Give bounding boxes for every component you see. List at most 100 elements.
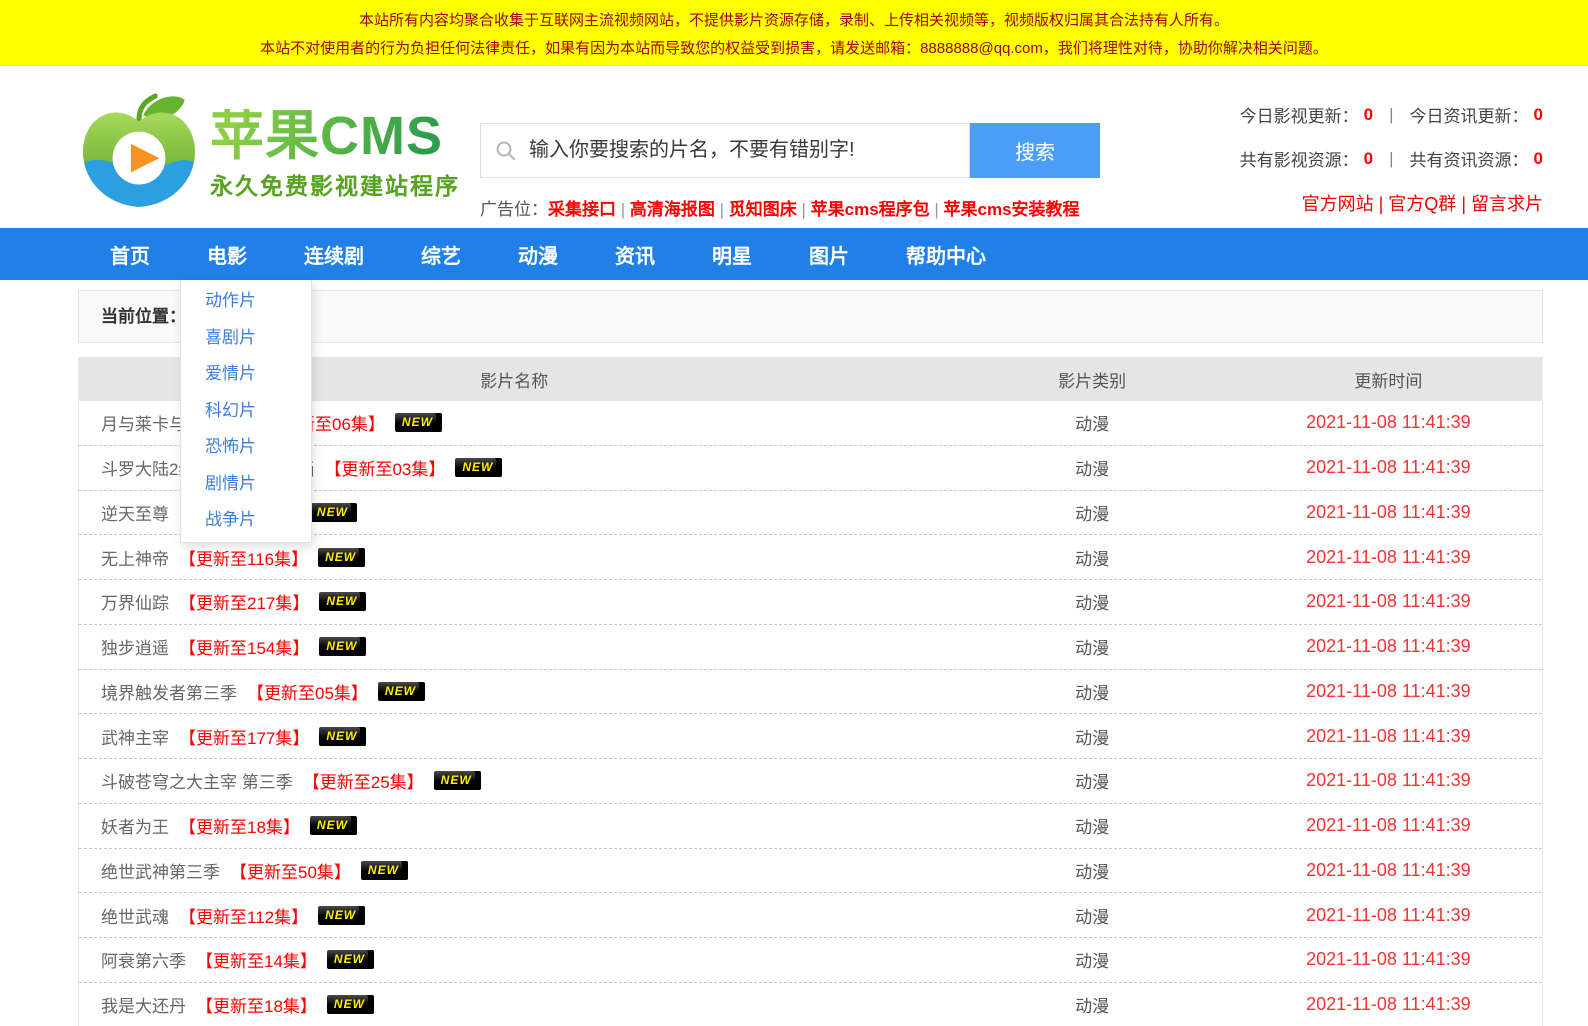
stat-value: 0 [1534,149,1543,169]
new-badge: NEW [310,503,357,522]
nav-item[interactable]: 资讯 [615,240,655,269]
video-update-time: 2021-11-08 11:41:39 [1235,726,1542,747]
stat-label: 今日影视更新： [1240,102,1359,127]
video-update-time: 2021-11-08 11:41:39 [1235,636,1542,657]
nav-item[interactable]: 图片 [809,240,849,269]
video-title-link[interactable]: 绝世武神第三季 [101,858,220,883]
video-title-link[interactable]: 我是大还丹 [101,992,186,1017]
ad-link[interactable]: 高清海报图 [630,200,729,219]
header-video-category: 影片类别 [949,367,1234,392]
table-row[interactable]: 绝世武神第三季 【更新至50集】 NEW 动漫 2021-11-08 11:41… [79,849,1542,894]
stats-separator: | [1389,149,1393,169]
search-button[interactable]: 搜索 [970,123,1100,178]
video-update-time: 2021-11-08 11:41:39 [1235,591,1542,612]
new-badge: NEW [318,548,365,567]
nav-item[interactable]: 动漫 [518,240,558,269]
ad-links-row: 广告位：采集接口高清海报图觅知图床苹果cms程序包苹果cms安装教程 [480,195,1100,220]
ad-link[interactable]: 苹果cms程序包 [811,200,944,219]
new-badge: NEW [434,771,481,790]
video-update-time: 2021-11-08 11:41:39 [1235,770,1542,791]
video-category: 动漫 [949,589,1234,614]
table-row[interactable]: 我是大还丹 【更新至18集】 NEW 动漫 2021-11-08 11:41:3… [79,983,1542,1026]
new-badge: NEW [319,637,366,656]
dropdown-menu-item[interactable]: 剧情片 [181,466,311,503]
table-row[interactable]: 境界触发者第三季 【更新至05集】 NEW 动漫 2021-11-08 11:4… [79,670,1542,715]
logo-subtitle: 永久免费影视建站程序 [210,167,460,201]
video-category: 动漫 [949,768,1234,793]
video-category: 动漫 [949,858,1234,883]
movies-dropdown-menu: 动作片喜剧片爱情片科幻片恐怖片剧情片战争片 [180,280,312,543]
search-input[interactable] [517,139,969,162]
main-nav: 首页 电影 连续剧 综艺 动漫 资讯 明星 图片 帮助中心 [0,228,1588,280]
dropdown-menu-item[interactable]: 爱情片 [181,356,311,393]
video-title-link[interactable]: 万界仙踪 [101,589,169,614]
video-title-link[interactable]: 独步逍遥 [101,634,169,659]
video-title-link[interactable]: 无上神帝 [101,545,169,570]
video-title-link[interactable]: 境界触发者第三季 [101,679,237,704]
table-row[interactable]: 万界仙踪 【更新至217集】 NEW 动漫 2021-11-08 11:41:3… [79,580,1542,625]
ad-link[interactable]: 觅知图床 [729,200,811,219]
official-link[interactable]: 官方网站 [1302,194,1389,214]
video-title-link[interactable]: 绝世武魂 [101,903,169,928]
video-category: 动漫 [949,634,1234,659]
nav-item[interactable]: 首页 [110,240,150,269]
stat-value: 0 [1364,105,1373,125]
stats-separator: | [1389,105,1393,125]
video-update-time: 2021-11-08 11:41:39 [1235,949,1542,970]
new-badge: NEW [455,458,502,477]
official-link[interactable]: 留言求片 [1471,194,1543,214]
table-row[interactable]: 阿衰第六季 【更新至14集】 NEW 动漫 2021-11-08 11:41:3… [79,938,1542,983]
dropdown-menu-item[interactable]: 喜剧片 [181,320,311,357]
new-badge: NEW [310,816,357,835]
new-badge: NEW [378,682,425,701]
nav-item[interactable]: 明星 [712,240,752,269]
video-update-time: 2021-11-08 11:41:39 [1235,681,1542,702]
nav-item[interactable]: 电影 [207,240,247,269]
video-update-info: 【更新至14集】 [196,947,317,972]
new-badge: NEW [395,413,442,432]
site-stats: 今日影视更新： 0 | 今日资讯更新： 0 共有影视资源： 0 | 共有资讯资源… [1240,102,1543,216]
video-update-info: 【更新至50集】 [230,858,351,883]
dropdown-menu-item[interactable]: 科幻片 [181,393,311,430]
table-row[interactable]: 斗破苍穹之大主宰 第三季 【更新至25集】 NEW 动漫 2021-11-08 … [79,759,1542,804]
video-title-link[interactable]: 阿衰第六季 [101,947,186,972]
apple-play-logo-icon [78,93,200,218]
site-logo[interactable]: 苹果CMS 永久免费影视建站程序 [78,93,460,218]
video-category: 动漫 [949,992,1234,1017]
official-link[interactable]: 官方Q群 [1388,194,1471,214]
table-row[interactable]: 独步逍遥 【更新至154集】 NEW 动漫 2021-11-08 11:41:3… [79,625,1542,670]
new-badge: NEW [318,906,365,925]
table-row[interactable]: 绝世武魂 【更新至112集】 NEW 动漫 2021-11-08 11:41:3… [79,893,1542,938]
nav-item[interactable]: 帮助中心 [906,240,986,269]
search-area: 搜索 广告位：采集接口高清海报图觅知图床苹果cms程序包苹果cms安装教程 [480,123,1100,220]
dropdown-menu-item[interactable]: 恐怖片 [181,429,311,466]
official-links: 官方网站官方Q群留言求片 [1240,190,1543,216]
stat-value: 0 [1534,105,1543,125]
ad-link[interactable]: 采集接口 [548,200,630,219]
video-update-info: 【更新至05集】 [247,679,368,704]
new-badge: NEW [319,592,366,611]
video-update-info: 【更新至03集】 [324,455,445,480]
video-update-info: 【更新至116集】 [179,545,308,570]
video-update-info: 【更新至217集】 [179,589,309,614]
table-row[interactable]: 武神主宰 【更新至177集】 NEW 动漫 2021-11-08 11:41:3… [79,714,1542,759]
video-update-info: 【更新至18集】 [179,813,300,838]
video-title-link[interactable]: 妖者为王 [101,813,169,838]
nav-item[interactable]: 综艺 [421,240,461,269]
video-category: 动漫 [949,545,1234,570]
table-row[interactable]: 妖者为王 【更新至18集】 NEW 动漫 2021-11-08 11:41:39 [79,804,1542,849]
nav-item[interactable]: 连续剧 [304,240,364,269]
video-title-link[interactable]: 逆天至尊 [101,500,169,525]
header-update-time: 更新时间 [1235,367,1542,392]
stat-value: 0 [1364,149,1373,169]
video-category: 动漫 [949,813,1234,838]
disclaimer-line-2: 本站不对使用者的行为负担任何法律责任，如果有因为本站而导致您的权益受到损害，请发… [260,37,1328,58]
video-title-link[interactable]: 武神主宰 [101,724,169,749]
dropdown-menu-item[interactable]: 战争片 [181,502,311,539]
stat-label: 共有影视资源： [1240,146,1359,171]
video-category: 动漫 [949,500,1234,525]
ad-link[interactable]: 苹果cms安装教程 [944,200,1080,219]
video-title-link[interactable]: 斗破苍穹之大主宰 第三季 [101,768,293,793]
search-input-wrap [480,123,970,178]
dropdown-menu-item[interactable]: 动作片 [181,283,311,320]
